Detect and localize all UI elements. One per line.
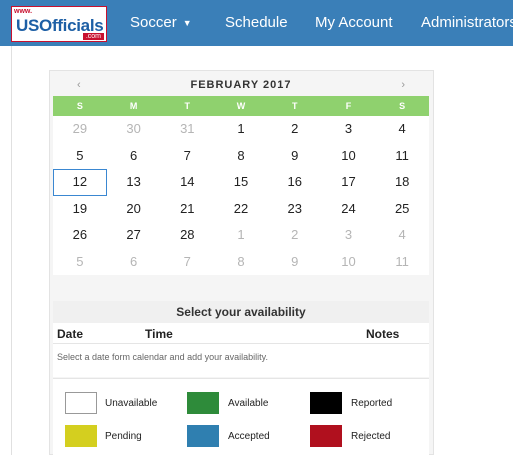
weekday-label: T <box>291 101 298 111</box>
calendar-grid: 29 30 31 1 2 3 4 5 6 7 8 9 10 11 12 13 14 15 16 17 18 19 20 21 2… <box>53 116 429 275</box>
status-legend: Unavailable Available Reported Pending Accep… <box>53 378 429 455</box>
legend-swatch <box>65 425 97 447</box>
calendar-day[interactable]: 25 <box>375 196 429 223</box>
calendar-day[interactable]: 2 <box>268 222 322 249</box>
calendar-day[interactable]: 7 <box>160 249 214 276</box>
calendar-day[interactable]: 8 <box>214 143 268 170</box>
calendar-day[interactable]: 17 <box>322 169 376 196</box>
calendar-week-row: 12 13 14 15 16 17 18 <box>53 169 429 196</box>
usofficials-logo[interactable]: www. USOfficials .com <box>11 6 107 42</box>
calendar-day[interactable]: 29 <box>53 116 107 143</box>
calendar-day[interactable]: 4 <box>375 116 429 143</box>
next-month-icon[interactable]: › <box>401 74 405 96</box>
calendar-day[interactable]: 1 <box>214 116 268 143</box>
logo-www: www. <box>14 8 33 15</box>
calendar-day[interactable]: 5 <box>53 143 107 170</box>
calendar-header: ‹ FEBRUARY 2017 › <box>53 74 429 96</box>
availability-heading: Select your availability <box>53 301 429 323</box>
calendar-day[interactable]: 13 <box>107 169 161 196</box>
calendar-day[interactable]: 10 <box>322 143 376 170</box>
availability-columns: Date Time Notes <box>53 323 429 343</box>
legend-swatch <box>310 425 342 447</box>
calendar-day[interactable]: 23 <box>268 196 322 223</box>
legend-label: Rejected <box>351 431 391 442</box>
legend-swatch <box>187 425 219 447</box>
legend-swatch <box>310 392 342 414</box>
calendar-day[interactable]: 4 <box>375 222 429 249</box>
weekday-label: S <box>399 101 406 111</box>
calendar-day[interactable]: 6 <box>107 143 161 170</box>
calendar-day[interactable]: 27 <box>107 222 161 249</box>
calendar-day[interactable]: 3 <box>322 116 376 143</box>
content-left-border <box>11 46 12 455</box>
calendar-day[interactable]: 5 <box>53 249 107 276</box>
calendar-day[interactable]: 9 <box>268 143 322 170</box>
calendar-day[interactable]: 3 <box>322 222 376 249</box>
legend-label: Reported <box>351 398 393 409</box>
nav-soccer-label: Soccer <box>130 14 177 31</box>
calendar-day[interactable]: 26 <box>53 222 107 249</box>
calendar-day[interactable]: 12 <box>53 169 107 196</box>
calendar-day[interactable]: 15 <box>214 169 268 196</box>
weekday-label: S <box>76 101 83 111</box>
weekday-label: M <box>129 101 138 111</box>
calendar-week-row: 5 6 7 8 9 10 11 <box>53 143 429 170</box>
weekday-label: T <box>184 101 191 111</box>
calendar-day[interactable]: 8 <box>214 249 268 276</box>
calendar-day[interactable]: 10 <box>322 249 376 276</box>
legend-label: Pending <box>105 431 142 442</box>
calendar-day[interactable]: 1 <box>214 222 268 249</box>
legend-label: Available <box>228 398 269 409</box>
nav-my-account[interactable]: My Account <box>315 0 393 46</box>
calendar-day[interactable]: 2 <box>268 116 322 143</box>
legend-swatch <box>65 392 97 414</box>
calendar-day[interactable]: 19 <box>53 196 107 223</box>
calendar-day[interactable]: 20 <box>107 196 161 223</box>
column-time: Time <box>145 327 173 341</box>
availability-hint: Select a date form calendar and add your… <box>53 343 429 377</box>
nav-administrators[interactable]: Administrators <box>421 0 513 46</box>
legend-swatch <box>187 392 219 414</box>
legend-label: Accepted <box>228 431 270 442</box>
calendar: ‹ FEBRUARY 2017 › SMTWTFS 29 30 31 1 2 3 4 5 6 7 8… <box>53 74 429 275</box>
column-notes: Notes <box>366 327 400 341</box>
calendar-day[interactable]: 11 <box>375 143 429 170</box>
calendar-day[interactable]: 16 <box>268 169 322 196</box>
weekday-label: F <box>345 101 352 111</box>
chevron-down-icon: ▼ <box>182 18 192 29</box>
column-date: Date <box>57 327 84 341</box>
calendar-day[interactable]: 11 <box>375 249 429 276</box>
calendar-day[interactable]: 7 <box>160 143 214 170</box>
calendar-day[interactable]: 6 <box>107 249 161 276</box>
nav-schedule[interactable]: Schedule <box>225 0 288 46</box>
weekday-label: W <box>236 101 246 111</box>
calendar-week-row: 29 30 31 1 2 3 4 <box>53 116 429 143</box>
calendar-day[interactable]: 18 <box>375 169 429 196</box>
calendar-week-row: 5 6 7 8 9 10 11 <box>53 249 429 276</box>
calendar-day[interactable]: 30 <box>107 116 161 143</box>
calendar-day[interactable]: 24 <box>322 196 376 223</box>
nav-soccer-dropdown[interactable]: Soccer ▼ <box>130 0 192 46</box>
calendar-day[interactable]: 31 <box>160 116 214 143</box>
calendar-day[interactable]: 28 <box>160 222 214 249</box>
weekday-header: SMTWTFS <box>53 96 429 116</box>
calendar-week-row: 26 27 28 1 2 3 4 <box>53 222 429 249</box>
calendar-week-row: 19 20 21 22 23 24 25 <box>53 196 429 223</box>
calendar-month-title: FEBRUARY 2017 <box>190 79 292 91</box>
calendar-day[interactable]: 21 <box>160 196 214 223</box>
calendar-day[interactable]: 9 <box>268 249 322 276</box>
logo-tld: .com <box>82 33 104 40</box>
calendar-day[interactable]: 14 <box>160 169 214 196</box>
legend-label: Unavailable <box>105 398 158 409</box>
calendar-day[interactable]: 22 <box>214 196 268 223</box>
top-navigation-bar: www. USOfficials .com Soccer ▼ Schedule M… <box>0 0 513 46</box>
